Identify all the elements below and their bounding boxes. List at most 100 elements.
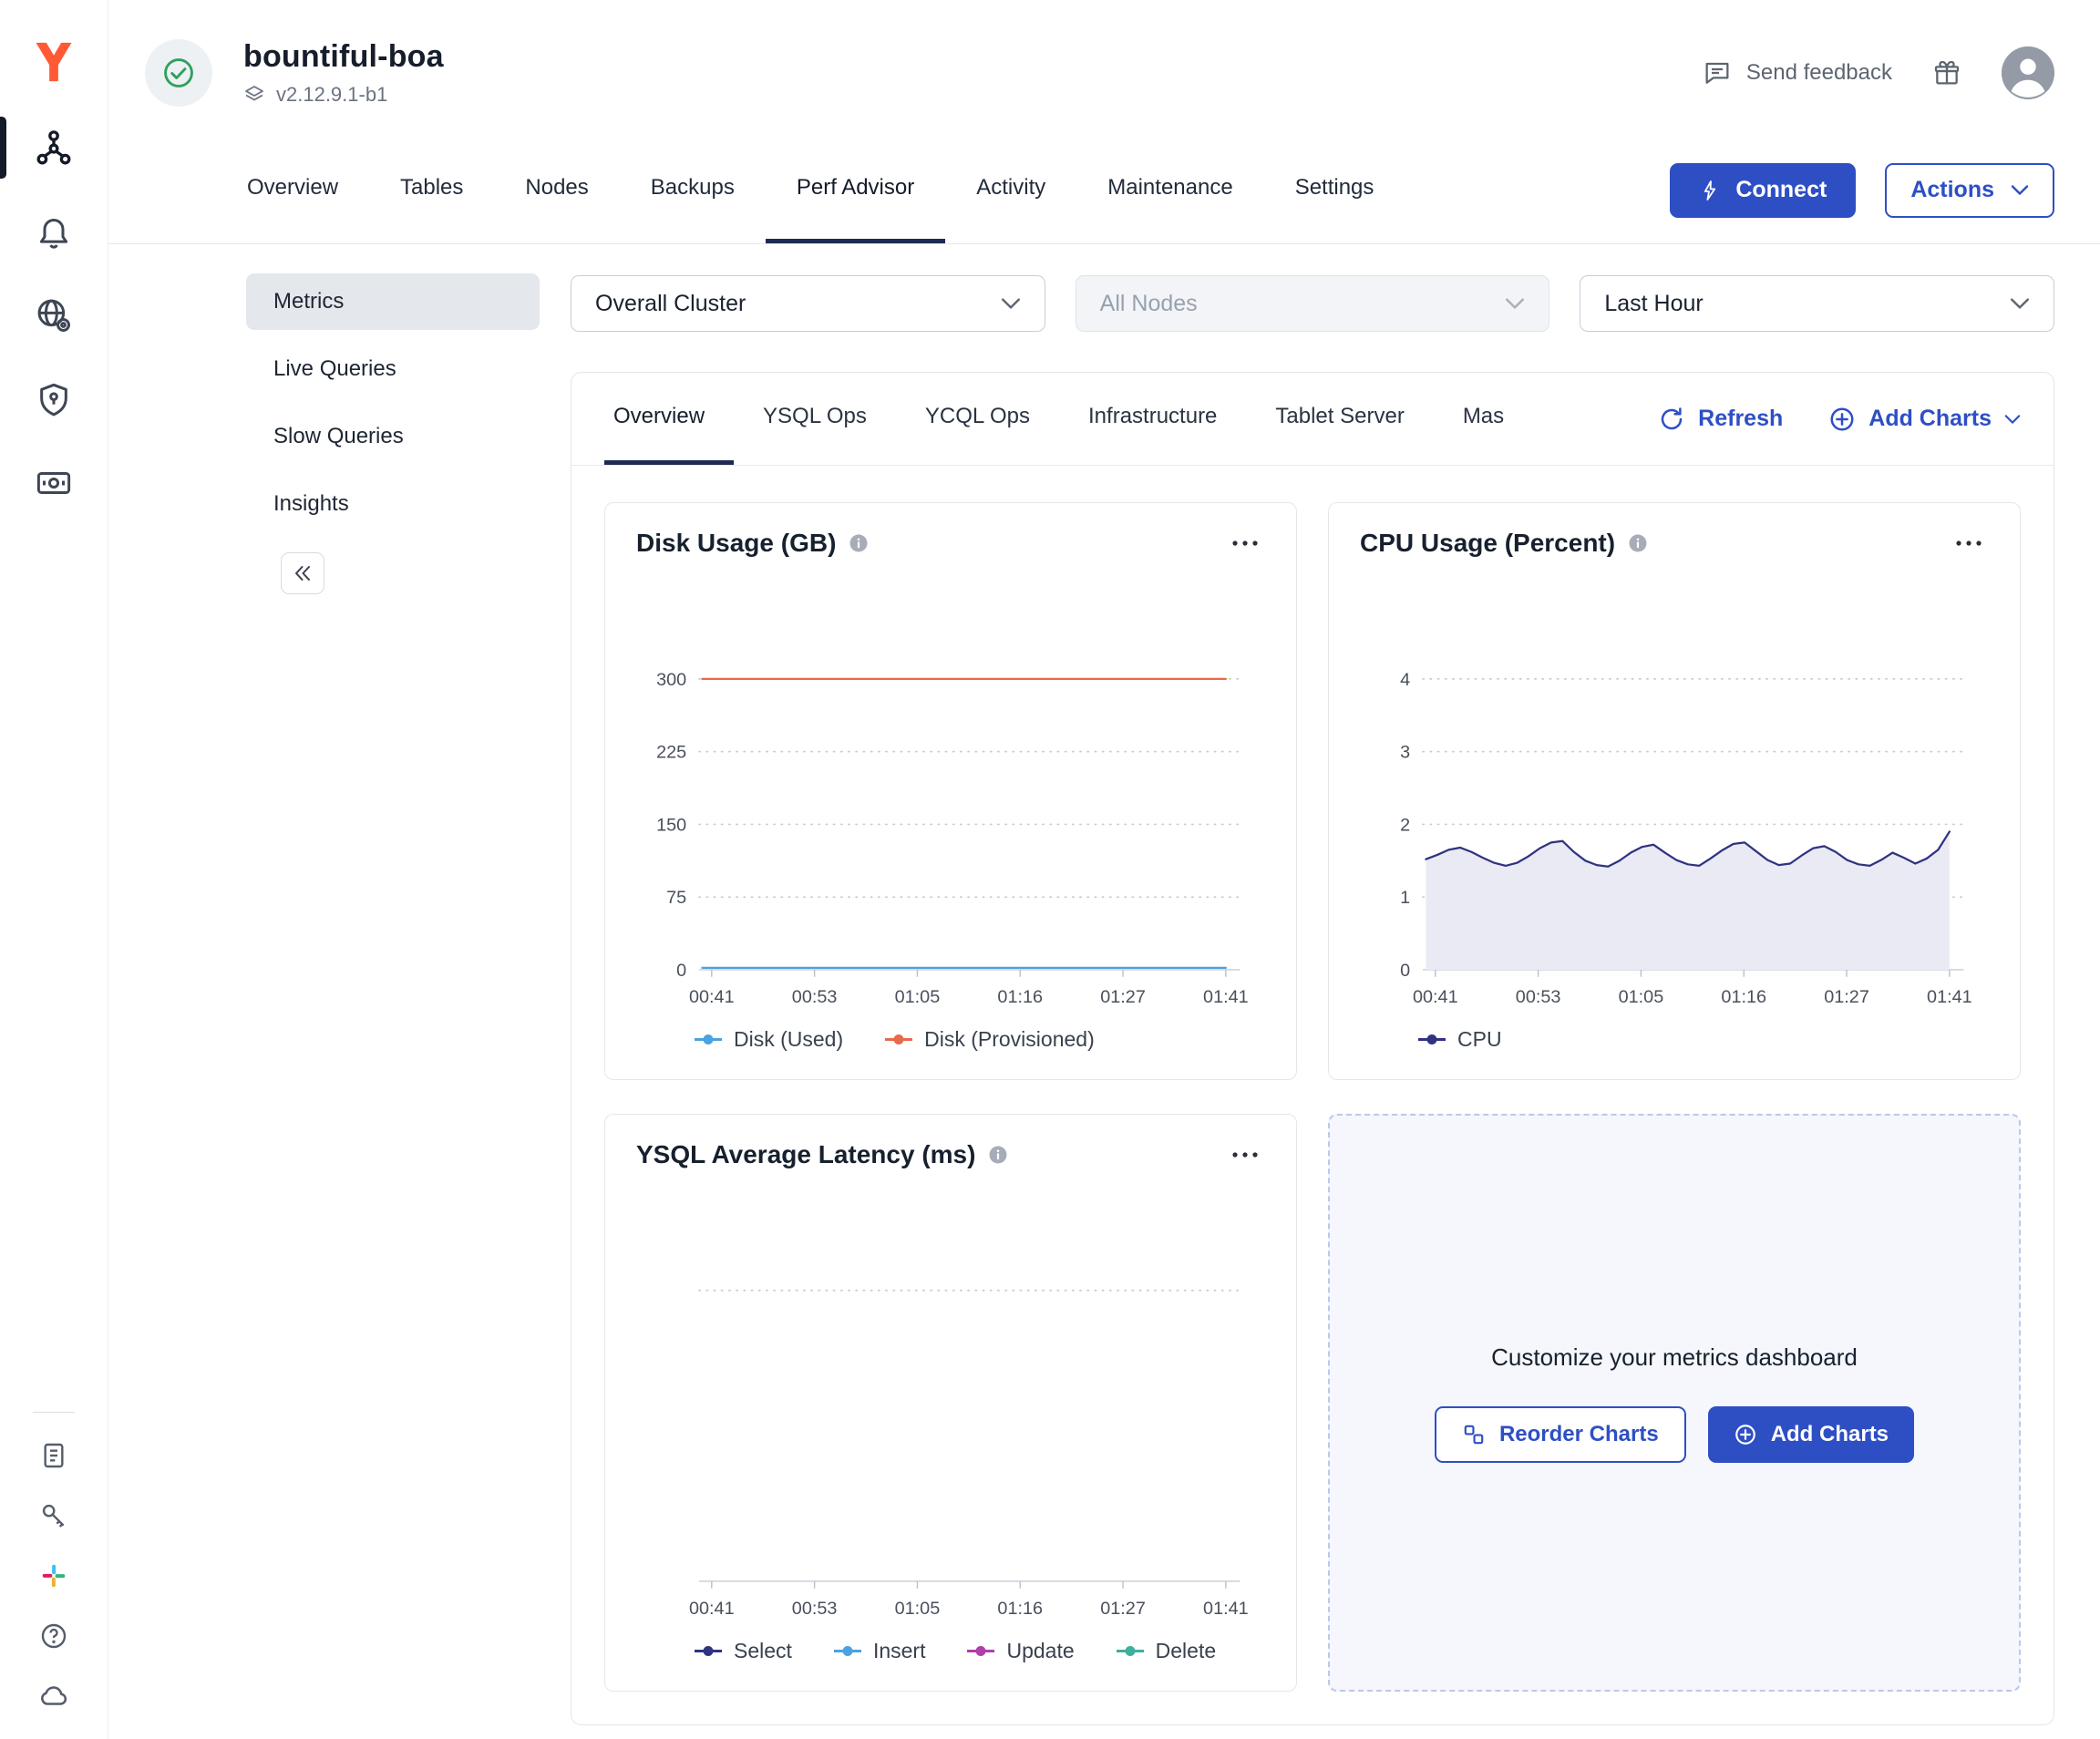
cloud-icon[interactable] bbox=[0, 1666, 108, 1726]
send-feedback-button[interactable]: Send feedback bbox=[1703, 58, 1892, 87]
metrics-tab-ysql-ops[interactable]: YSQL Ops bbox=[734, 373, 896, 465]
legend-item[interactable]: Select bbox=[695, 1639, 792, 1663]
svg-text:1: 1 bbox=[1400, 888, 1410, 908]
svg-text:0: 0 bbox=[676, 961, 686, 981]
svg-text:01:05: 01:05 bbox=[1619, 988, 1664, 1008]
metrics-tab-ycql-ops[interactable]: YCQL Ops bbox=[896, 373, 1059, 465]
refresh-button[interactable]: Refresh bbox=[1658, 406, 1783, 433]
reorder-charts-button[interactable]: Reorder Charts bbox=[1435, 1406, 1686, 1463]
legend-label: Select bbox=[734, 1639, 792, 1663]
legend-item[interactable]: CPU bbox=[1418, 1027, 1502, 1052]
chart-legend: CPU bbox=[1418, 1027, 1989, 1052]
cluster-scope-value: Overall Cluster bbox=[595, 291, 746, 317]
chart-menu-button[interactable] bbox=[1225, 1145, 1265, 1165]
add-charts-menu-button[interactable]: Add Charts bbox=[1828, 406, 2021, 433]
panel-actions: Refresh Add Charts bbox=[1658, 373, 2021, 465]
legend-label: Delete bbox=[1156, 1639, 1216, 1663]
metrics-tab-infrastructure[interactable]: Infrastructure bbox=[1059, 373, 1246, 465]
legend-item[interactable]: Disk (Provisioned) bbox=[885, 1027, 1095, 1052]
customize-buttons: Reorder Charts Add Charts bbox=[1435, 1406, 1914, 1463]
add-charts-button[interactable]: Add Charts bbox=[1708, 1406, 1914, 1463]
chart-menu-button[interactable] bbox=[1225, 533, 1265, 553]
subnav-item-live-queries[interactable]: Live Queries bbox=[246, 341, 540, 397]
document-icon[interactable] bbox=[0, 1425, 108, 1486]
time-range-value: Last Hour bbox=[1604, 291, 1703, 317]
chart-menu-button[interactable] bbox=[1949, 533, 1989, 553]
tab-backups[interactable]: Backups bbox=[620, 137, 766, 243]
metrics-tab-overview[interactable]: Overview bbox=[604, 373, 734, 465]
avatar[interactable] bbox=[2002, 46, 2054, 99]
send-feedback-label: Send feedback bbox=[1746, 60, 1892, 86]
reorder-grid-icon bbox=[1462, 1423, 1486, 1446]
subnav-items: Metrics Live Queries Slow Queries Insights bbox=[246, 273, 540, 532]
nodes-value: All Nodes bbox=[1100, 291, 1198, 317]
tab-tables[interactable]: Tables bbox=[369, 137, 494, 243]
info-icon[interactable] bbox=[849, 533, 869, 553]
health-check-icon bbox=[145, 39, 212, 107]
subnav-item-slow-queries[interactable]: Slow Queries bbox=[246, 408, 540, 465]
svg-text:01:16: 01:16 bbox=[1721, 988, 1766, 1008]
legend-item[interactable]: Disk (Used) bbox=[695, 1027, 843, 1052]
chevron-down-icon bbox=[2004, 414, 2021, 425]
yugabyte-logo-icon[interactable] bbox=[0, 18, 108, 106]
connect-button[interactable]: Connect bbox=[1670, 163, 1856, 218]
left-icon-rail bbox=[0, 0, 108, 1739]
svg-text:01:16: 01:16 bbox=[997, 988, 1043, 1008]
page-body: MetricsLive QueriesSlow QueriesInsights … bbox=[108, 244, 2100, 1739]
subnav-item-insights[interactable]: Insights bbox=[246, 476, 540, 532]
app: bountiful-boa v2.12.9.1-b1 Send feedback bbox=[0, 0, 2100, 1739]
key-icon[interactable] bbox=[0, 1486, 108, 1546]
network-icon[interactable] bbox=[0, 106, 108, 190]
legend-label: CPU bbox=[1457, 1027, 1502, 1052]
shield-lock-icon[interactable] bbox=[0, 357, 108, 441]
svg-text:300: 300 bbox=[656, 670, 686, 690]
bell-icon[interactable] bbox=[0, 190, 108, 273]
refresh-icon bbox=[1658, 406, 1685, 433]
cluster-scope-select[interactable]: Overall Cluster bbox=[571, 275, 1045, 332]
tab-activity[interactable]: Activity bbox=[945, 137, 1076, 243]
tab-overview[interactable]: Overview bbox=[216, 137, 369, 243]
tab-settings[interactable]: Settings bbox=[1264, 137, 1405, 243]
tab-perf-advisor[interactable]: Perf Advisor bbox=[766, 137, 945, 243]
banknote-icon[interactable] bbox=[0, 441, 108, 525]
legend-item[interactable]: Insert bbox=[834, 1639, 926, 1663]
chart-card-cpu-usage: CPU Usage (Percent) 0123400:4100:5301:05… bbox=[1328, 502, 2021, 1080]
metrics-tab-tablet-server[interactable]: Tablet Server bbox=[1246, 373, 1433, 465]
refresh-label: Refresh bbox=[1698, 406, 1783, 432]
svg-text:0: 0 bbox=[1400, 961, 1410, 981]
subnav-item-metrics[interactable]: Metrics bbox=[246, 273, 540, 330]
cpu-usage-chart: 0123400:4100:5301:0501:1601:2701:41 bbox=[1360, 655, 1989, 1024]
svg-text:00:41: 00:41 bbox=[689, 988, 735, 1008]
actions-button[interactable]: Actions bbox=[1885, 163, 2054, 218]
legend-label: Disk (Provisioned) bbox=[924, 1027, 1095, 1052]
ysql-latency-chart: 00:4100:5301:0501:1601:2701:41 bbox=[636, 1267, 1265, 1635]
globe-gear-icon[interactable] bbox=[0, 273, 108, 357]
legend-item[interactable]: Delete bbox=[1117, 1639, 1216, 1663]
svg-text:00:41: 00:41 bbox=[689, 1600, 735, 1620]
question-icon[interactable] bbox=[0, 1606, 108, 1666]
tab-maintenance[interactable]: Maintenance bbox=[1076, 137, 1263, 243]
metrics-tab-mas[interactable]: Mas bbox=[1434, 373, 1533, 465]
time-range-select[interactable]: Last Hour bbox=[1580, 275, 2054, 332]
version-label: v2.12.9.1-b1 bbox=[276, 83, 387, 107]
svg-text:150: 150 bbox=[656, 816, 686, 836]
metrics-panel: OverviewYSQL OpsYCQL OpsInfrastructureTa… bbox=[571, 372, 2054, 1725]
svg-text:00:53: 00:53 bbox=[792, 988, 838, 1008]
legend-item[interactable]: Update bbox=[967, 1639, 1074, 1663]
svg-text:01:27: 01:27 bbox=[1100, 988, 1146, 1008]
svg-text:00:41: 00:41 bbox=[1413, 988, 1458, 1008]
cluster-name: bountiful-boa bbox=[243, 39, 444, 75]
charts-grid: Disk Usage (GB) 07515022530000:4100:5301… bbox=[571, 466, 2054, 1724]
legend-marker-icon bbox=[1418, 1034, 1446, 1045]
chart-card-ysql-latency: YSQL Average Latency (ms) 00:4100:5301:0… bbox=[604, 1114, 1297, 1692]
info-icon[interactable] bbox=[1628, 533, 1648, 553]
collapse-sidebar-button[interactable] bbox=[281, 552, 324, 594]
chevron-down-icon bbox=[2011, 184, 2029, 196]
legend-label: Update bbox=[1006, 1639, 1074, 1663]
slack-icon[interactable] bbox=[0, 1546, 108, 1606]
tab-nodes[interactable]: Nodes bbox=[494, 137, 619, 243]
legend-marker-icon bbox=[695, 1645, 722, 1657]
gift-icon[interactable] bbox=[1932, 58, 1961, 87]
info-icon[interactable] bbox=[988, 1145, 1008, 1165]
svg-text:00:53: 00:53 bbox=[792, 1600, 838, 1620]
